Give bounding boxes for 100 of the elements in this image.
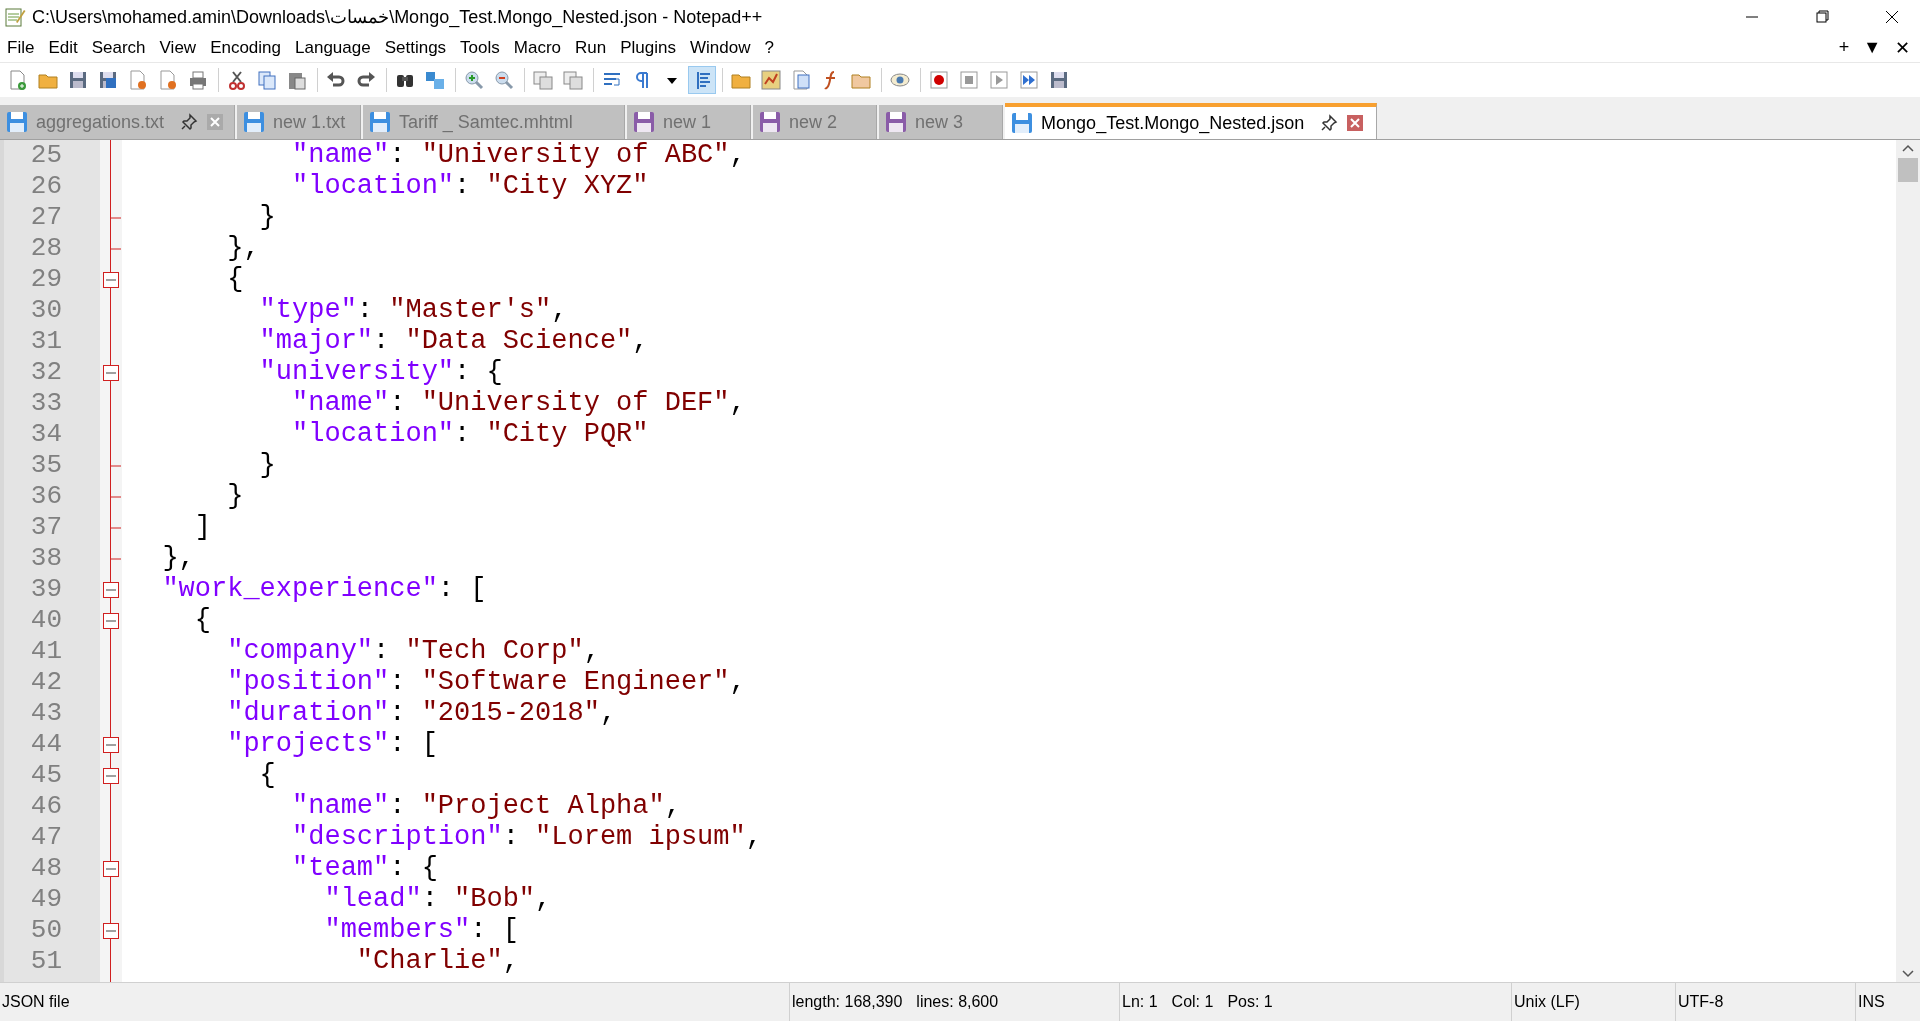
tab-label: new 1.txt xyxy=(273,111,346,133)
cursor-line: Ln: 1 xyxy=(1122,993,1158,1011)
code-line: { xyxy=(193,605,211,635)
line-number: 34 xyxy=(29,419,63,450)
file-length: length: 168,390 xyxy=(792,993,903,1011)
fold-minus-icon[interactable] xyxy=(102,363,120,382)
menu-item[interactable]: Language xyxy=(288,38,378,58)
code-line: { xyxy=(258,760,276,790)
line-number: 31 xyxy=(29,326,63,357)
pin-icon[interactable] xyxy=(1320,114,1339,132)
menu-item[interactable]: Edit xyxy=(41,38,85,58)
code-line: }, xyxy=(161,543,195,573)
line-number: 25 xyxy=(29,140,63,171)
code-line: "description": "Lorem ipsum", xyxy=(291,822,762,852)
code-line: "name": "University of DEF", xyxy=(291,388,746,418)
code-line: }, xyxy=(226,233,260,263)
fold-minus-icon[interactable] xyxy=(102,611,120,630)
code-line: "work_experience": [ xyxy=(161,574,487,604)
fold-minus-icon[interactable] xyxy=(102,735,120,754)
line-number: 38 xyxy=(29,543,63,574)
line-number: 48 xyxy=(29,853,63,884)
code-line: "lead": "Bob", xyxy=(323,884,552,914)
line-number: 42 xyxy=(29,667,63,698)
line-number: 36 xyxy=(29,481,63,512)
insert-mode: INS xyxy=(1857,992,1886,1012)
menu-control[interactable]: ✕ xyxy=(1895,37,1910,59)
code-line: "team": { xyxy=(291,853,438,883)
line-number: 46 xyxy=(29,791,63,822)
menu-item[interactable]: Macro xyxy=(506,38,568,58)
scroll-thumb[interactable] xyxy=(1898,158,1918,182)
code-line: "members": [ xyxy=(323,915,519,945)
indent-guide-icon[interactable] xyxy=(688,66,716,94)
encoding: UTF-8 xyxy=(1676,983,1856,1021)
line-number: 29 xyxy=(29,264,63,295)
code-line: } xyxy=(258,202,276,232)
menu-item[interactable]: Plugins xyxy=(613,38,683,58)
tab-label: Mongo_Test.Mongo_Nested.json xyxy=(1041,112,1305,134)
pin-icon[interactable] xyxy=(180,113,199,131)
fold-minus-icon[interactable] xyxy=(102,921,120,940)
line-number: 51 xyxy=(29,946,63,977)
menu-item[interactable]: Encoding xyxy=(203,38,288,58)
fold-minus-icon[interactable] xyxy=(102,270,120,289)
line-number: 41 xyxy=(29,636,63,667)
line-ending: Unix (LF) xyxy=(1512,983,1676,1021)
tab-label: new 3 xyxy=(915,111,964,133)
close-tab-icon[interactable] xyxy=(206,113,225,131)
menu-item[interactable]: Search xyxy=(84,38,153,58)
menu-item[interactable]: Settings xyxy=(377,38,454,58)
code-line: } xyxy=(226,481,244,511)
code-line: "name": "University of ABC", xyxy=(291,140,746,170)
vertical-scrollbar[interactable] xyxy=(1896,140,1920,982)
code-line: "university": { xyxy=(258,357,503,387)
line-number: 27 xyxy=(29,202,63,233)
file-type: JSON file xyxy=(0,983,790,1021)
code-line: "company": "Tech Corp", xyxy=(226,636,600,666)
code-line: "location": "City XYZ" xyxy=(291,171,649,201)
menu-control[interactable]: ▼ xyxy=(1863,37,1881,59)
line-number: 44 xyxy=(29,729,63,760)
tab-label: aggregations.txt xyxy=(36,111,165,133)
window-title: C:\Users\mohamed.amin\Downloads\خمسات\Mongo_Test.Mongo_Nested.json - Notepad++ xyxy=(32,6,764,28)
fold-minus-icon[interactable] xyxy=(102,580,120,599)
menu-item[interactable]: File xyxy=(0,38,42,58)
line-count: lines: 8,600 xyxy=(916,993,999,1011)
code-line: "location": "City PQR" xyxy=(291,419,649,449)
code-line: "type": "Master's", xyxy=(258,295,568,325)
line-number: 47 xyxy=(29,822,63,853)
line-number: 49 xyxy=(29,884,63,915)
line-number: 37 xyxy=(29,512,63,543)
code-line: "Charlie", xyxy=(355,946,519,976)
menu-control[interactable]: + xyxy=(1838,37,1850,59)
fold-minus-icon[interactable] xyxy=(102,859,120,878)
cursor-position: Pos: 1 xyxy=(1227,993,1273,1011)
line-number: 40 xyxy=(29,605,63,636)
notepad-app-icon xyxy=(4,6,26,28)
menu-item[interactable]: Window xyxy=(682,38,758,58)
menu-item[interactable]: View xyxy=(152,38,204,58)
line-number: 32 xyxy=(29,357,63,388)
line-number: 28 xyxy=(29,233,63,264)
code-line: ] xyxy=(193,512,211,542)
line-number: 33 xyxy=(29,388,63,419)
code-line: { xyxy=(226,264,244,294)
file-tab[interactable]: Mongo_Test.Mongo_Nested.json xyxy=(1005,103,1378,139)
line-number: 35 xyxy=(29,450,63,481)
code-line: "projects": [ xyxy=(226,729,438,759)
code-line: "major": "Data Science", xyxy=(258,326,649,356)
tab-label: Tariff _ Samtec.mhtml xyxy=(399,111,573,133)
line-number: 50 xyxy=(29,915,63,946)
line-number: 39 xyxy=(29,574,63,605)
tab-label: new 1 xyxy=(663,111,712,133)
fold-minus-icon[interactable] xyxy=(102,766,120,785)
code-line: "position": "Software Engineer", xyxy=(226,667,746,697)
line-number: 45 xyxy=(29,760,63,791)
menu-item[interactable]: Run xyxy=(568,38,614,58)
line-number: 26 xyxy=(29,171,63,202)
menu-item[interactable]: Tools xyxy=(453,38,507,58)
tab-label: new 2 xyxy=(789,111,838,133)
line-number: 30 xyxy=(29,295,63,326)
close-tab-icon[interactable] xyxy=(1346,114,1365,132)
code-line: "duration": "2015-2018", xyxy=(226,698,617,728)
menu-item[interactable]: ? xyxy=(757,38,781,58)
